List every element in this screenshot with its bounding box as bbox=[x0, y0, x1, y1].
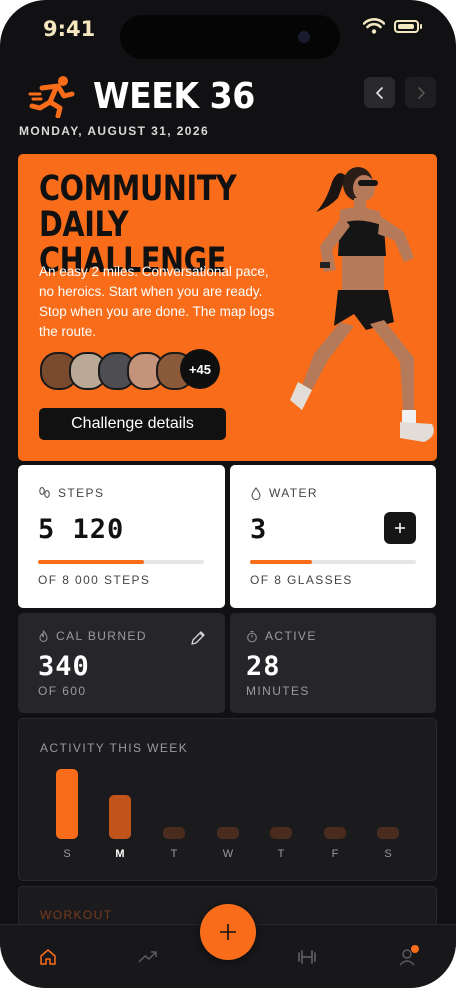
battery-nub bbox=[420, 24, 422, 29]
water-value: 3 bbox=[250, 514, 268, 545]
steps-goal: OF 8 000 STEPS bbox=[38, 573, 151, 587]
active-label: ACTIVE bbox=[265, 629, 317, 643]
activity-day-label: S bbox=[63, 848, 71, 860]
activity-title: ACTIVITY THIS WEEK bbox=[40, 741, 189, 755]
add-icon bbox=[220, 924, 236, 940]
week-title: WEEK 36 bbox=[93, 76, 255, 117]
calories-card[interactable]: CAL BURNED 340 OF 600 bbox=[18, 613, 225, 713]
water-drop-icon bbox=[251, 486, 261, 500]
dumbbell-icon bbox=[298, 950, 316, 964]
footprints-icon bbox=[39, 486, 50, 498]
water-card[interactable]: WATER 3 OF 8 GLASSES bbox=[230, 465, 436, 608]
calories-label: CAL BURNED bbox=[56, 629, 147, 643]
water-progress-track bbox=[250, 560, 416, 564]
activity-day-label: S bbox=[384, 848, 392, 860]
tab-trends[interactable] bbox=[134, 943, 162, 971]
add-water-button[interactable] bbox=[384, 512, 416, 544]
more-participants-badge: +45 bbox=[180, 349, 220, 389]
pencil-icon[interactable] bbox=[189, 629, 207, 647]
activity-bar-4 bbox=[270, 827, 292, 839]
steps-progress-fill bbox=[38, 560, 145, 564]
workout-title: WORKOUT bbox=[40, 908, 113, 922]
activity-bar-1 bbox=[109, 795, 131, 839]
activity-bar-0 bbox=[56, 769, 78, 839]
home-icon bbox=[40, 949, 56, 965]
challenge-description: An easy 2 miles. Conversational pace, no… bbox=[39, 264, 275, 339]
steps-value: 5 120 bbox=[38, 514, 125, 545]
add-activity-button[interactable] bbox=[200, 904, 256, 960]
challenge-card: COMMUNITY DAILY CHALLENGE An easy 2 mile… bbox=[18, 154, 437, 461]
activity-bar-5 bbox=[324, 827, 346, 839]
activity-bar-3 bbox=[217, 827, 239, 839]
calories-goal: OF 600 bbox=[38, 684, 87, 698]
battery-icon bbox=[394, 20, 419, 33]
tab-home[interactable] bbox=[34, 943, 62, 971]
weekly-activity-card: ACTIVITY THIS WEEK S M T W T F S bbox=[18, 718, 437, 881]
chevron-right-icon bbox=[417, 86, 425, 99]
runner-photo bbox=[290, 167, 434, 442]
stopwatch-icon bbox=[247, 630, 257, 642]
activity-day-label: M bbox=[115, 848, 125, 860]
steps-label-row: STEPS bbox=[38, 486, 104, 500]
runner-logo-icon bbox=[28, 76, 75, 118]
status-time: 9:41 bbox=[43, 17, 96, 41]
notification-dot bbox=[411, 945, 419, 953]
tab-workouts[interactable] bbox=[293, 943, 321, 971]
activity-bar-6 bbox=[377, 827, 399, 839]
water-goal: OF 8 GLASSES bbox=[250, 573, 353, 587]
phone-screen: 9:41 WEEK 36 MONDAY, AUGUST 31, 2026 COM… bbox=[0, 0, 456, 988]
activity-bar-2 bbox=[163, 827, 185, 839]
active-card[interactable]: ACTIVE 28 MINUTES bbox=[230, 613, 436, 713]
challenge-details-button[interactable]: Challenge details bbox=[39, 408, 226, 440]
steps-label: STEPS bbox=[58, 486, 105, 500]
previous-week-button[interactable] bbox=[364, 77, 395, 108]
flame-icon bbox=[39, 629, 48, 642]
water-progress-fill bbox=[250, 560, 313, 564]
activity-day-label: F bbox=[331, 848, 339, 860]
calories-value: 340 bbox=[38, 651, 90, 682]
steps-progress-track bbox=[38, 560, 204, 564]
plus-icon bbox=[395, 523, 405, 533]
trend-icon bbox=[138, 951, 157, 963]
activity-day-label: T bbox=[277, 848, 285, 860]
water-label: WATER bbox=[269, 486, 318, 500]
next-week-button[interactable] bbox=[405, 77, 436, 108]
steps-card[interactable]: STEPS 5 120 OF 8 000 STEPS bbox=[18, 465, 225, 608]
calories-label-row: CAL BURNED bbox=[38, 629, 147, 643]
active-unit: MINUTES bbox=[246, 684, 310, 698]
water-label-row: WATER bbox=[250, 486, 318, 500]
activity-day-label: T bbox=[170, 848, 178, 860]
date-label: MONDAY, AUGUST 31, 2026 bbox=[19, 124, 210, 138]
activity-day-label: W bbox=[222, 848, 234, 860]
camera-dot bbox=[298, 31, 310, 43]
wifi-icon bbox=[363, 18, 385, 34]
status-bar: 9:41 bbox=[0, 0, 456, 59]
active-label-row: ACTIVE bbox=[246, 629, 317, 643]
active-value: 28 bbox=[246, 651, 281, 682]
chevron-left-icon bbox=[375, 86, 383, 99]
